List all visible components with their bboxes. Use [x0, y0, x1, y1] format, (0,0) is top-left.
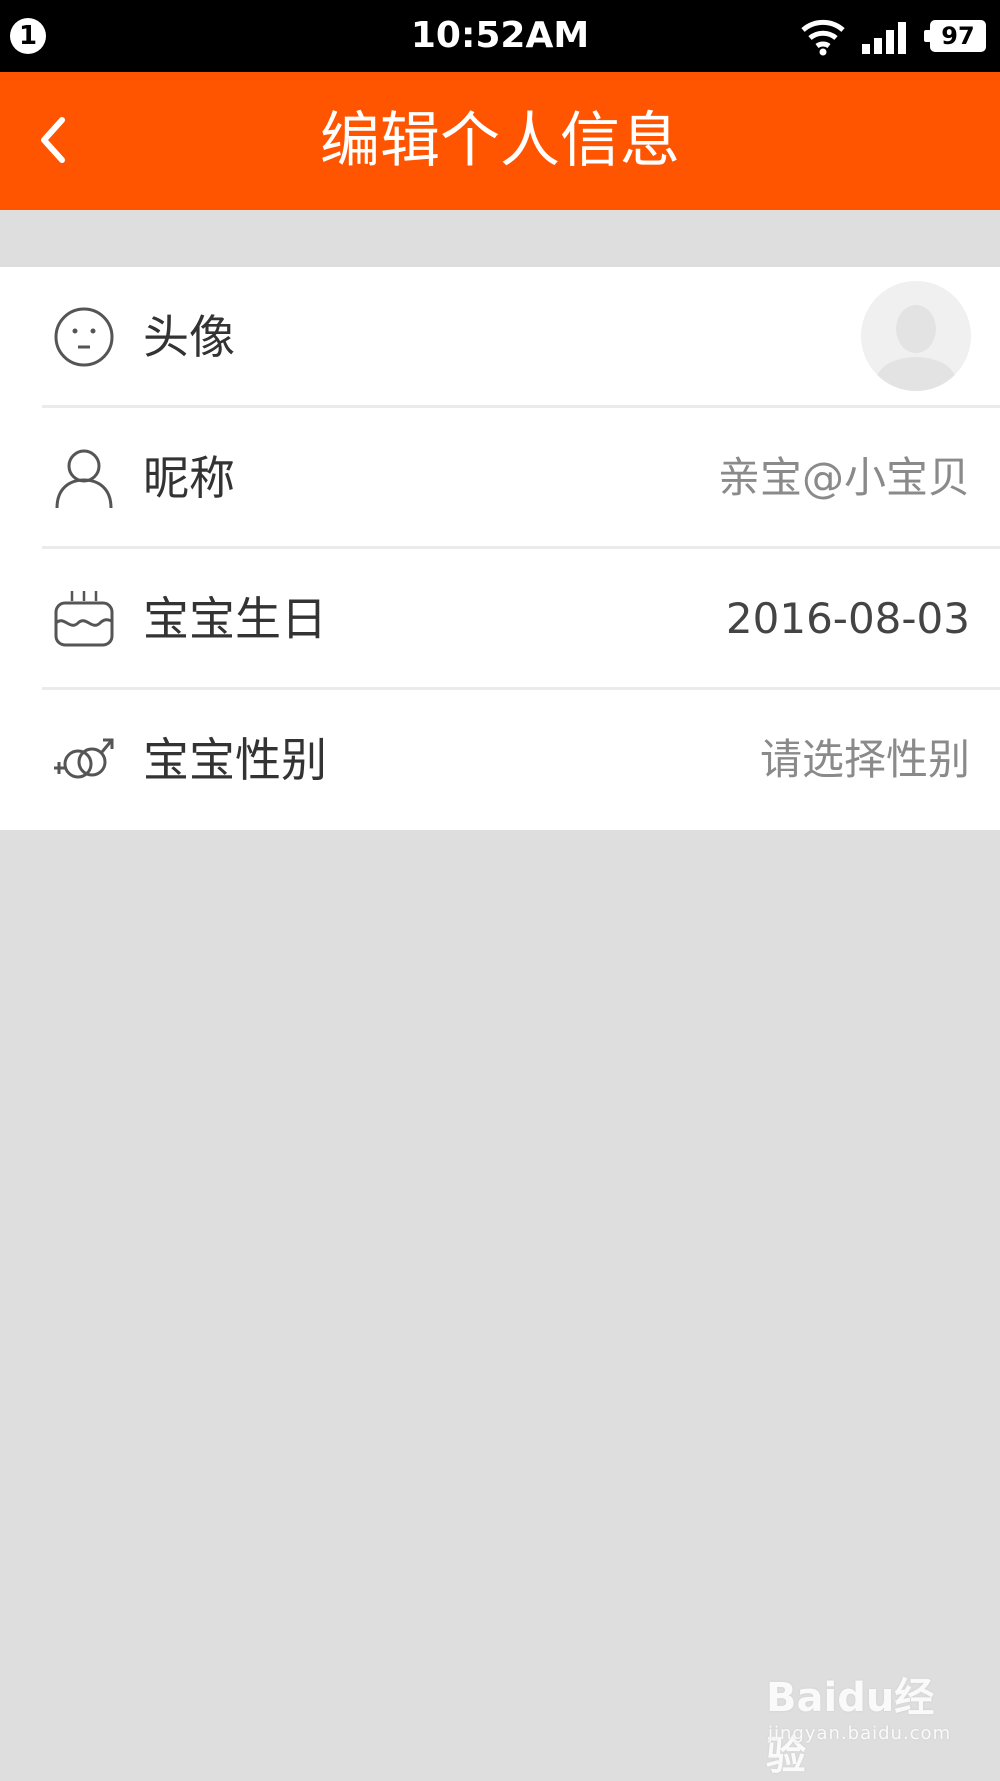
gender-row[interactable]: 宝宝性别 请选择性别 — [0, 690, 1000, 830]
battery-icon: 97 — [924, 20, 986, 52]
nickname-row[interactable]: 昵称 亲宝@小宝贝 — [0, 408, 1000, 548]
cake-icon — [54, 591, 114, 647]
status-time: 10:52AM — [410, 15, 590, 56]
birthday-value: 2016-08-03 — [725, 594, 970, 643]
wifi-icon — [801, 19, 845, 56]
nickname-label: 昵称 — [143, 451, 235, 505]
signal-icon — [862, 22, 906, 54]
gender-label: 宝宝性别 — [143, 733, 327, 787]
nickname-value: 亲宝@小宝贝 — [717, 453, 970, 502]
default-avatar-icon — [876, 305, 956, 391]
face-icon — [54, 307, 114, 367]
app-header: 编辑个人信息 — [0, 72, 1000, 210]
watermark-url: jingyan.baidu.com — [768, 1723, 952, 1744]
birthday-label: 宝宝生日 — [143, 592, 327, 646]
profile-settings-list: 头像 昵称 亲宝@小宝贝 宝宝生日 2016-08-03 宝宝性别 请选择性别 — [0, 267, 1000, 830]
baidu-jingyan-watermark: Baidu经验 jingyan.baidu.com — [766, 1665, 966, 1779]
status-bar: 1 10:52AM 97 — [0, 0, 1000, 72]
page-title: 编辑个人信息 — [320, 106, 680, 176]
avatar-row[interactable]: 头像 — [0, 267, 1000, 407]
avatar[interactable] — [861, 281, 971, 391]
birthday-row[interactable]: 宝宝生日 2016-08-03 — [0, 549, 1000, 689]
avatar-label: 头像 — [143, 310, 235, 364]
gender-value: 请选择性别 — [759, 735, 970, 784]
gender-icon — [54, 738, 114, 779]
person-icon — [55, 449, 113, 509]
